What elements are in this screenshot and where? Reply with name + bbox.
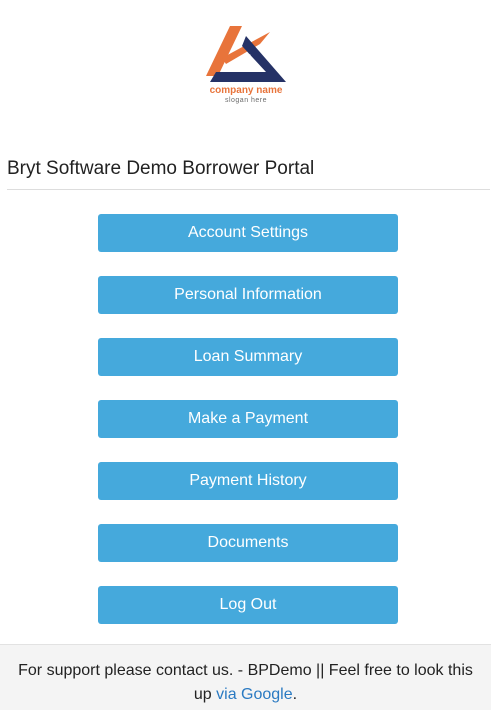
make-a-payment-button[interactable]: Make a Payment (98, 400, 398, 438)
support-footer: For support please contact us. - BPDemo … (0, 644, 491, 710)
title-divider (7, 189, 490, 190)
documents-button[interactable]: Documents (98, 524, 398, 562)
payment-history-button[interactable]: Payment History (98, 462, 398, 500)
footer-period: . (292, 686, 298, 703)
logo-mark-icon (206, 26, 286, 82)
logo-company-name: company name (209, 85, 283, 96)
google-link[interactable]: via Google (216, 686, 293, 703)
personal-information-button[interactable]: Personal Information (98, 276, 398, 314)
logo-slogan: slogan here (224, 97, 268, 104)
loan-summary-button[interactable]: Loan Summary (98, 338, 398, 376)
account-settings-button[interactable]: Account Settings (98, 214, 398, 252)
portal-menu: Account Settings Personal Information Lo… (98, 214, 398, 648)
borrower-portal-page: company name slogan here Bryt Software D… (0, 0, 491, 710)
company-logo: company name slogan here (200, 24, 292, 106)
log-out-button[interactable]: Log Out (98, 586, 398, 624)
page-title: Bryt Software Demo Borrower Portal (7, 158, 315, 179)
